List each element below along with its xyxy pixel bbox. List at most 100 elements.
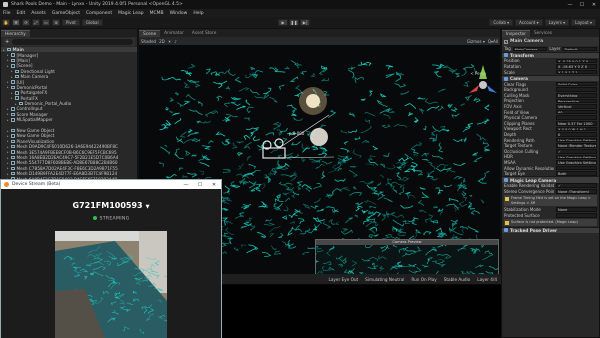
object-name[interactable]: Main Camera bbox=[510, 39, 543, 44]
window-titlebar: Shark Pools Demo - Main - Lynxx - Unity … bbox=[0, 0, 600, 9]
lighting-icon[interactable]: ☀ bbox=[168, 39, 172, 44]
property-value[interactable]: ✓ bbox=[556, 149, 597, 154]
account-dropdown[interactable]: Account ▾ bbox=[515, 19, 543, 26]
scale-tool-button[interactable]: ⤢ bbox=[32, 19, 40, 26]
property-row: Background bbox=[502, 87, 599, 93]
menu-help[interactable]: Help bbox=[193, 11, 203, 16]
2d-toggle[interactable]: 2D bbox=[159, 39, 165, 44]
property-value[interactable] bbox=[556, 87, 597, 93]
property-value[interactable]: X 0 Y 0 W 1 H 1 bbox=[556, 126, 597, 132]
menu-gameobject[interactable]: GameObject bbox=[52, 11, 80, 16]
device-close-button[interactable]: ✕ bbox=[207, 180, 221, 189]
menu-assets[interactable]: Assets bbox=[31, 11, 46, 16]
tab-services[interactable]: Services bbox=[530, 30, 557, 37]
property-value[interactable]: Everything bbox=[556, 93, 597, 98]
streaming-status: STREAMING bbox=[99, 216, 130, 222]
property-value[interactable]: 60 bbox=[556, 109, 597, 115]
status-item[interactable]: Layer Eye Out bbox=[329, 277, 359, 282]
move-tool-button[interactable]: ✥ bbox=[12, 19, 20, 26]
tab-hierarchy[interactable]: Hierarchy bbox=[1, 30, 30, 37]
hierarchy-item[interactable]: ▸ Mesh C7B58A7D02AE4F3C-F8E6C3D2A9B71F55 bbox=[1, 166, 137, 171]
property-value[interactable]: X 1 Y 1 Z 1 bbox=[556, 69, 597, 75]
device-window-controls: — ☐ ✕ bbox=[179, 180, 221, 189]
close-button[interactable]: ✕ bbox=[588, 0, 600, 9]
layout-dropdown[interactable]: Layout ▾ bbox=[571, 19, 596, 26]
play-button[interactable]: ▶ bbox=[278, 19, 288, 26]
property-value[interactable]: Use Graphics Settings bbox=[556, 154, 597, 160]
hierarchy-item-label: PortalFX bbox=[20, 95, 38, 101]
tab-inspector[interactable]: Inspector bbox=[502, 30, 531, 37]
property-value[interactable]: 0 bbox=[556, 132, 597, 137]
scene-search[interactable]: Q▾All bbox=[488, 39, 498, 44]
minimize-button[interactable]: — bbox=[564, 0, 576, 9]
menu-magic-leap[interactable]: Magic Leap bbox=[118, 11, 143, 16]
pivot-toggle[interactable]: Pivot bbox=[62, 19, 80, 26]
hierarchy-item-label: [UI] bbox=[16, 79, 25, 85]
hierarchy-item[interactable]: ▸ Mesh 16A8EB2D2EAC49C7-5F2B21E5D7C0B6A4 bbox=[1, 155, 137, 160]
property-value[interactable]: ✓ bbox=[556, 183, 597, 189]
step-button[interactable]: ▶| bbox=[300, 19, 310, 26]
collab-dropdown[interactable]: Collab ▾ bbox=[489, 19, 514, 26]
property-value[interactable]: Perspective bbox=[556, 98, 597, 104]
pause-button[interactable]: ❚❚ bbox=[289, 19, 299, 26]
property-value[interactable] bbox=[556, 115, 597, 121]
device-dropdown-icon[interactable]: ▼ bbox=[146, 204, 150, 210]
hierarchy-item-label: Directional Light bbox=[20, 68, 55, 74]
component-icon bbox=[504, 178, 508, 183]
tab-animator[interactable]: Animator bbox=[160, 30, 188, 37]
property-value[interactable] bbox=[556, 213, 597, 218]
status-item[interactable]: Simulating Neutral bbox=[365, 277, 404, 282]
status-item[interactable]: Run On Play bbox=[411, 277, 436, 282]
menu-file[interactable]: File bbox=[3, 11, 11, 16]
hierarchy-item[interactable]: ▸ Mesh D9AD9C4F6010D626-3A6E94422490BF8C bbox=[1, 144, 137, 149]
audio-icon[interactable]: ♪ bbox=[174, 39, 177, 44]
property-row: Culling Mask Everything bbox=[502, 93, 599, 99]
global-toggle[interactable]: Global bbox=[81, 19, 103, 26]
perspective-label[interactable]: < Persp bbox=[470, 71, 486, 76]
property-value[interactable]: Vertical bbox=[556, 104, 597, 109]
property-value[interactable]: Both bbox=[556, 171, 597, 176]
rotate-tool-button[interactable]: ⟳ bbox=[22, 19, 30, 26]
tab-scene[interactable]: Scene bbox=[139, 30, 161, 37]
property-value[interactable]: Use Graphics Settings bbox=[556, 160, 597, 165]
hierarchy-item[interactable]: ▸ Mesh 3E574A9FBEE8CF0B-B6C6C9EF5FCBC695 bbox=[1, 149, 137, 155]
status-item[interactable]: Stable Audio bbox=[444, 277, 471, 282]
hierarchy-search-input[interactable] bbox=[12, 39, 133, 45]
device-minimize-button[interactable]: — bbox=[179, 180, 193, 189]
property-value[interactable]: None bbox=[556, 207, 597, 213]
property-value[interactable]: X -16.63 Y 0 Z 0 bbox=[556, 64, 597, 69]
status-item[interactable]: Layer 4/4 bbox=[477, 277, 497, 282]
hierarchy-item[interactable]: ▸ Mesh 5547F7D8F608BEBE-AD8E67B88C2B4B60 bbox=[1, 160, 137, 165]
property-value[interactable]: Solid Color bbox=[556, 81, 597, 87]
gizmos-dropdown[interactable]: Gizmos ▾ bbox=[467, 39, 485, 44]
property-value[interactable]: None (Transform) bbox=[556, 189, 597, 194]
property-value[interactable]: X -0.25 Y 0.1 Z 0 bbox=[556, 58, 597, 64]
property-value[interactable]: Use Graphics Settings bbox=[556, 137, 597, 143]
layers-dropdown[interactable]: Layers ▾ bbox=[544, 19, 570, 26]
layer-dropdown[interactable]: Default bbox=[562, 46, 597, 52]
hierarchy-item[interactable]: ▸ Mesh D149B9FFA2E4D77F-E6A8D3B7C4F9B124 bbox=[1, 171, 137, 176]
device-name[interactable]: G721FM100593 bbox=[73, 201, 143, 210]
rect-tool-button[interactable]: ▭ bbox=[42, 19, 50, 26]
device-maximize-button[interactable]: ☐ bbox=[193, 180, 207, 189]
tab-asset-store[interactable]: Asset Store bbox=[187, 30, 221, 37]
menu-edit[interactable]: Edit bbox=[17, 11, 26, 16]
property-value[interactable]: None (Render Texture) bbox=[556, 143, 597, 148]
menu-mcmb[interactable]: MCMB bbox=[150, 11, 164, 16]
hierarchy-item-label: DemonicPortal bbox=[16, 84, 48, 90]
maximize-button[interactable]: ☐ bbox=[576, 0, 588, 9]
property-value[interactable]: Near 0.37 Far 1000 bbox=[556, 121, 597, 126]
tracked-pose-driver-header[interactable]: Tracked Pose Driver bbox=[502, 226, 599, 234]
gameobject-icon bbox=[11, 144, 15, 149]
tag-dropdown[interactable]: MainCamera bbox=[512, 46, 548, 52]
transform-tool-button[interactable]: ⊕ bbox=[52, 19, 60, 26]
gameobject-icon bbox=[11, 85, 15, 90]
shading-mode-dropdown[interactable]: Shaded bbox=[141, 39, 156, 44]
menu-window[interactable]: Window bbox=[170, 11, 188, 16]
add-icon[interactable]: + bbox=[5, 39, 9, 45]
property-value[interactable] bbox=[556, 165, 597, 171]
menu-component[interactable]: Component bbox=[86, 11, 112, 16]
active-checkbox[interactable]: ✓ bbox=[504, 39, 508, 44]
hand-tool-button[interactable]: ✋ bbox=[2, 19, 10, 26]
property-row: Rotation X -16.63 Y 0 Z 0 bbox=[502, 64, 599, 70]
